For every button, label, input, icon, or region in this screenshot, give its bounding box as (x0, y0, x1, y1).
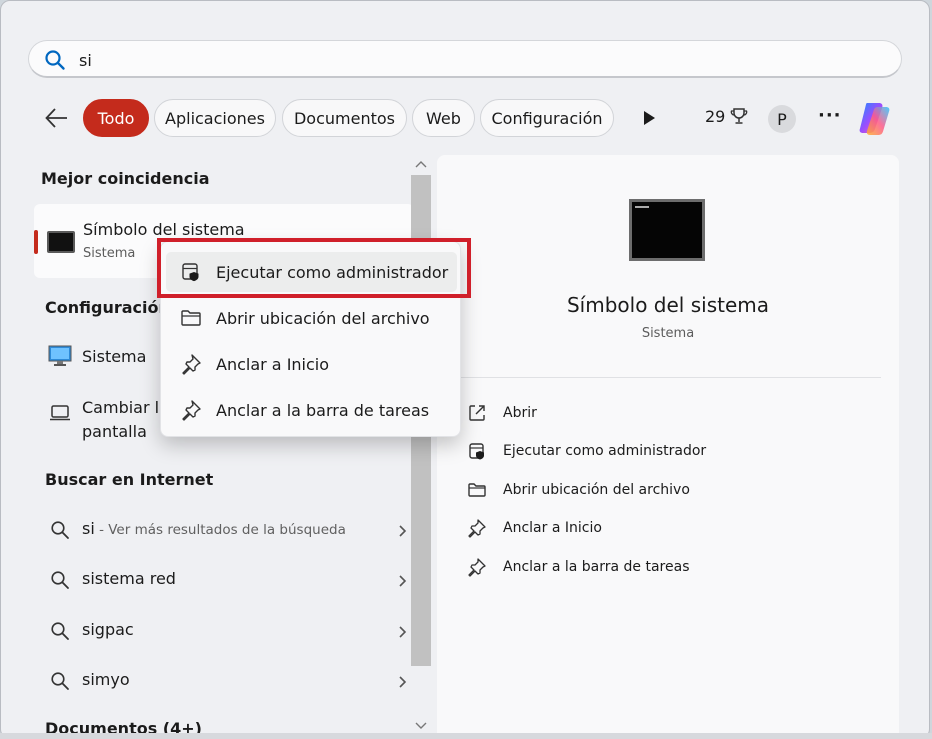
rewards-points[interactable]: 29 (705, 106, 749, 126)
avatar[interactable]: P (768, 105, 796, 133)
web-result-label: sigpac (82, 620, 134, 639)
ctx-item-label: Anclar a Inicio (216, 354, 330, 374)
best-match-subtitle: Sistema (83, 246, 136, 261)
action-abrir-ubicacion[interactable]: Abrir ubicación del archivo (467, 477, 690, 503)
web-result-hint: - Ver más resultados de la búsqueda (94, 522, 346, 538)
preview-subtitle: Sistema (641, 326, 695, 341)
preview-title: Símbolo del sistema (566, 293, 769, 317)
pin-icon (182, 400, 201, 421)
copilot-icon[interactable] (856, 98, 896, 138)
filter-documentos[interactable]: Documentos (282, 99, 407, 137)
chevron-right-icon (399, 525, 407, 537)
web-result-label: simyo (82, 670, 130, 689)
search-input[interactable] (79, 48, 879, 72)
filter-todo[interactable]: Todo (83, 99, 149, 137)
chevron-right-icon (399, 676, 407, 688)
context-menu: Ejecutar como administrador Abrir ubicac… (160, 241, 461, 437)
scroll-up-icon[interactable] (413, 157, 429, 171)
pin-icon (468, 558, 486, 577)
search-box[interactable] (28, 40, 902, 78)
web-result-query: si (82, 519, 95, 538)
filter-configuracion[interactable]: Configuración (480, 99, 614, 137)
command-prompt-large-icon (629, 199, 705, 261)
admin-shield-icon (182, 263, 199, 282)
filter-aplicaciones[interactable]: Aplicaciones (154, 99, 276, 137)
action-label: Anclar a la barra de tareas (503, 559, 690, 575)
ctx-anclar-inicio[interactable]: Anclar a Inicio (166, 344, 457, 384)
action-ejecutar-admin[interactable]: Ejecutar como administrador (467, 438, 706, 464)
open-external-icon (469, 405, 485, 421)
best-match-title: Símbolo del sistema (83, 220, 245, 239)
best-match-heading: Mejor coincidencia (41, 169, 210, 188)
web-result-sistema-red[interactable]: sistema red (34, 563, 414, 599)
monitor-settings-icon (48, 345, 72, 366)
chevron-right-icon (399, 575, 407, 587)
pin-icon (182, 354, 201, 375)
trophy-icon (731, 108, 748, 124)
pin-icon (468, 519, 486, 538)
ctx-anclar-barra[interactable]: Anclar a la barra de tareas (166, 390, 457, 430)
admin-shield-icon (469, 443, 484, 460)
ctx-ejecutar-admin[interactable]: Ejecutar como administrador (166, 252, 457, 292)
command-prompt-icon (47, 231, 75, 253)
folder-icon (181, 310, 201, 326)
folder-icon (468, 483, 486, 497)
web-result-si[interactable]: si - Ver más resultados de la búsqueda (34, 513, 414, 549)
web-result-sigpac[interactable]: sigpac (34, 614, 414, 650)
web-result-simyo[interactable]: simyo (34, 664, 414, 700)
back-arrow-icon[interactable] (43, 105, 71, 131)
laptop-icon (50, 405, 70, 421)
web-result-label: sistema red (82, 569, 176, 588)
more-filters-play-icon[interactable] (641, 109, 657, 127)
web-heading: Buscar en Internet (45, 470, 214, 489)
scroll-down-icon[interactable] (413, 719, 429, 733)
settings-heading: Configuración (45, 298, 170, 317)
taskbar-edge (0, 733, 932, 739)
search-window: Todo Aplicaciones Documentos Web Configu… (0, 0, 930, 739)
divider (457, 377, 881, 378)
list-item-label-line1: Cambiar la (82, 398, 169, 417)
search-icon (51, 672, 69, 690)
action-label: Abrir ubicación del archivo (503, 482, 690, 498)
rewards-points-value: 29 (705, 106, 726, 126)
selection-indicator (34, 230, 38, 254)
action-label: Abrir (503, 405, 537, 421)
ctx-item-label: Anclar a la barra de tareas (216, 400, 430, 420)
search-icon (51, 622, 69, 640)
preview-panel: Símbolo del sistema Sistema Abrir Ejecut… (437, 155, 899, 738)
action-anclar-barra[interactable]: Anclar a la barra de tareas (467, 554, 689, 580)
search-icon (51, 571, 69, 589)
chevron-right-icon (399, 626, 407, 638)
action-label: Ejecutar como administrador (503, 443, 707, 459)
action-abrir[interactable]: Abrir (467, 400, 537, 426)
filter-web[interactable]: Web (412, 99, 475, 137)
ctx-item-label: Ejecutar como administrador (216, 262, 449, 282)
ctx-abrir-ubicacion[interactable]: Abrir ubicación del archivo (166, 298, 457, 338)
search-icon (51, 521, 69, 539)
action-anclar-inicio[interactable]: Anclar a Inicio (467, 515, 602, 541)
search-icon (45, 50, 65, 70)
list-item-label: Sistema (82, 347, 147, 366)
action-label: Anclar a Inicio (503, 520, 602, 536)
list-item-label-line2: pantalla (82, 422, 147, 441)
more-options-icon[interactable]: ··· (818, 105, 841, 131)
ctx-item-label: Abrir ubicación del archivo (216, 308, 430, 328)
